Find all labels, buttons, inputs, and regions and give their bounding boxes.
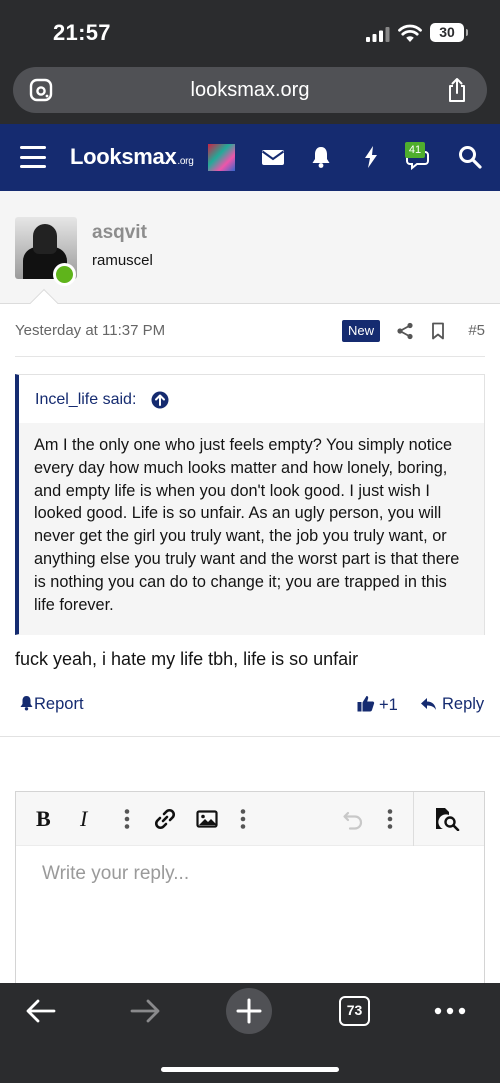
more-menu-icon[interactable] [434, 1007, 466, 1015]
editor-toolbar: B I [16, 792, 484, 846]
bell-icon [20, 696, 33, 711]
envelope-icon[interactable] [260, 144, 286, 170]
report-button[interactable]: Report [19, 695, 84, 714]
bold-button[interactable]: B [36, 806, 51, 832]
more-options-icon[interactable] [379, 808, 401, 830]
battery-indicator: 30 [430, 23, 468, 42]
divider [0, 736, 500, 737]
browser-url-area: looksmax.org [0, 62, 500, 124]
new-tab-button[interactable] [226, 988, 272, 1034]
forward-arrow-icon[interactable] [130, 999, 160, 1023]
reply-button[interactable]: Reply [420, 695, 484, 714]
home-indicator [161, 1067, 339, 1072]
reply-editor[interactable]: B I Write your reply... [15, 791, 485, 991]
italic-button[interactable]: I [80, 806, 87, 832]
divider [413, 792, 414, 846]
divider [15, 356, 485, 357]
quote-author[interactable]: Incel_life said: [35, 391, 136, 409]
post-body-text: fuck yeah, i hate my life tbh, life is s… [15, 649, 359, 669]
menu-icon[interactable] [20, 146, 46, 168]
report-label: Report [34, 695, 84, 713]
post-number[interactable]: #5 [468, 322, 485, 339]
cellular-signal-icon [366, 27, 390, 42]
preview-icon[interactable] [434, 807, 460, 831]
url-text[interactable]: looksmax.org [13, 79, 487, 102]
poster-username[interactable]: asqvit [92, 222, 147, 244]
user-avatar[interactable] [208, 144, 235, 171]
share-icon[interactable] [445, 77, 469, 103]
like-button[interactable]: +1 [357, 695, 398, 715]
link-icon[interactable] [154, 808, 176, 830]
quote-text: Am I the only one who just feels empty? … [19, 423, 484, 635]
like-count: +1 [379, 696, 398, 714]
browser-toolbar: 73 [0, 983, 500, 1083]
status-bar: 21:57 30 [0, 0, 500, 62]
tab-switcher-button[interactable]: 73 [339, 996, 370, 1026]
back-arrow-icon[interactable] [26, 999, 56, 1023]
bell-icon[interactable] [308, 144, 334, 170]
more-options-icon[interactable] [232, 808, 254, 830]
more-options-icon[interactable] [116, 808, 138, 830]
lightning-icon[interactable] [358, 144, 384, 170]
new-badge: New [342, 320, 380, 342]
share-icon[interactable] [396, 322, 414, 340]
wifi-icon [398, 24, 422, 42]
reply-arrow-icon [421, 698, 436, 710]
post-date[interactable]: Yesterday at 11:37 PM [15, 322, 165, 339]
reply-label: Reply [442, 695, 485, 713]
post-user-header: asqvit ramuscel [0, 191, 500, 304]
thumbs-up-icon [357, 696, 375, 712]
address-bar[interactable]: looksmax.org [13, 67, 487, 113]
site-logo[interactable]: Looksmax.org [70, 144, 194, 170]
reply-input-placeholder[interactable]: Write your reply... [42, 863, 189, 885]
quote-block: Incel_life said: Am I the only one who j… [15, 374, 485, 635]
status-time: 21:57 [53, 20, 111, 45]
post-meta: Yesterday at 11:37 PM New #5 [15, 320, 485, 342]
plus-icon [236, 998, 262, 1024]
bookmark-icon[interactable] [429, 322, 447, 340]
poster-user-title: ramuscel [92, 252, 153, 269]
search-icon[interactable] [457, 144, 483, 170]
undo-icon[interactable] [342, 808, 364, 830]
alerts-count-badge: 41 [405, 142, 425, 158]
arrow-up-circle-icon[interactable] [151, 391, 169, 409]
online-status-indicator [53, 263, 76, 286]
image-icon[interactable] [196, 808, 218, 830]
site-navbar: Looksmax.org [0, 124, 500, 191]
